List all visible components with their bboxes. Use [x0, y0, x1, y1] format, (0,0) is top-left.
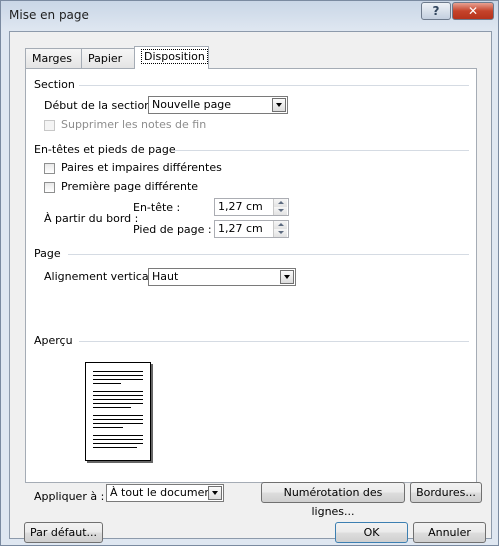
- first-page-label: Première page différente: [61, 180, 199, 193]
- group-divider: [68, 254, 469, 255]
- ok-button[interactable]: OK: [335, 522, 408, 543]
- close-button[interactable]: ✕: [452, 2, 494, 20]
- apply-to-label: Appliquer à :: [34, 490, 105, 503]
- chevron-down-icon[interactable]: [272, 98, 286, 112]
- odd-even-label: Paires et impaires différentes: [61, 161, 222, 174]
- odd-even-checkbox[interactable]: [44, 163, 55, 174]
- line-numbers-button-label: Numérotation des lignes...: [283, 486, 383, 518]
- section-start-value: Nouvelle page: [152, 98, 232, 111]
- tab-margins[interactable]: Marges: [25, 48, 82, 68]
- default-button[interactable]: Par défaut...: [24, 522, 103, 543]
- tab-label: Papier: [88, 52, 123, 65]
- footer-distance-value: 1,27 cm: [218, 222, 263, 235]
- footer-distance-input[interactable]: 1,27 cm: [214, 220, 289, 238]
- tab-panel-layout: Section Début de la section : Nouvelle p…: [25, 68, 477, 503]
- apply-to-value: À tout le document: [110, 486, 216, 499]
- cancel-button[interactable]: Annuler: [413, 522, 486, 543]
- footer-distance-label: Pied de page :: [133, 223, 212, 236]
- header-distance-value: 1,27 cm: [218, 200, 263, 213]
- vertical-alignment-select[interactable]: Haut: [148, 268, 296, 286]
- vertical-alignment-value: Haut: [152, 270, 179, 283]
- group-divider: [174, 150, 469, 151]
- borders-button[interactable]: Bordures...: [410, 482, 482, 503]
- preview-heading: Aperçu: [34, 334, 73, 347]
- title-bar: Mise en page ? ✕: [1, 1, 498, 31]
- borders-button-label: Bordures...: [416, 486, 476, 499]
- dialog-client-area: Marges Papier Disposition Section Début …: [9, 31, 492, 543]
- cancel-button-label: Annuler: [428, 526, 471, 539]
- spin-down-icon[interactable]: [274, 207, 287, 215]
- help-button[interactable]: ?: [421, 2, 451, 20]
- ok-button-label: OK: [363, 526, 380, 539]
- group-divider: [79, 341, 469, 342]
- section-heading: Section: [34, 78, 75, 91]
- section-start-select[interactable]: Nouvelle page: [148, 96, 288, 114]
- section-start-label: Début de la section :: [44, 99, 159, 112]
- spin-buttons[interactable]: [273, 221, 288, 237]
- header-distance-label: En-tête :: [133, 201, 181, 214]
- group-divider: [79, 85, 469, 86]
- suppress-endnotes-checkbox[interactable]: [44, 120, 55, 131]
- from-edge-label: À partir du bord :: [44, 212, 139, 225]
- spin-buttons[interactable]: [273, 199, 288, 215]
- window-title: Mise en page: [9, 8, 89, 22]
- default-button-label: Par défaut...: [29, 526, 98, 539]
- apply-to-select[interactable]: À tout le document: [106, 484, 224, 502]
- chevron-down-icon[interactable]: [280, 270, 294, 284]
- suppress-endnotes-label: Supprimer les notes de fin: [61, 118, 207, 131]
- page-heading: Page: [34, 247, 61, 260]
- tab-paper[interactable]: Papier: [81, 48, 135, 68]
- page-preview-thumbnail: [85, 362, 151, 461]
- tab-layout[interactable]: Disposition: [134, 46, 209, 69]
- dialog-window: Mise en page ? ✕ Marges Papier Dispositi…: [0, 0, 499, 546]
- tab-label: Disposition: [141, 49, 208, 64]
- first-page-checkbox[interactable]: [44, 182, 55, 193]
- headers-footers-heading: En-têtes et pieds de page: [34, 143, 176, 156]
- vertical-alignment-label: Alignement vertical :: [44, 270, 159, 283]
- tab-label: Marges: [32, 52, 73, 65]
- chevron-down-icon[interactable]: [208, 486, 222, 500]
- header-distance-input[interactable]: 1,27 cm: [214, 198, 289, 216]
- spin-down-icon[interactable]: [274, 229, 287, 237]
- line-numbers-button[interactable]: Numérotation des lignes...: [261, 482, 405, 518]
